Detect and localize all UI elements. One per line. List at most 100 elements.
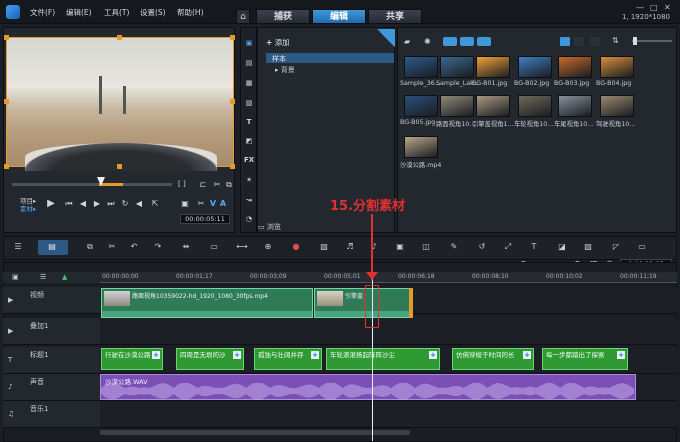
- title-clip[interactable]: 四周是无垠的沙 +: [176, 348, 244, 370]
- menu-edit[interactable]: 编辑(E): [66, 7, 92, 18]
- loop-icon[interactable]: ↺: [476, 241, 488, 253]
- transition-icon[interactable]: ▦: [244, 78, 254, 88]
- tree-item-sample[interactable]: 样本: [272, 54, 286, 64]
- title-add-icon[interactable]: +: [311, 351, 319, 359]
- overlay-icon[interactable]: ◩: [244, 136, 254, 146]
- title-clip[interactable]: 车轮滚滚扬起阵阵沙尘 +: [326, 348, 440, 370]
- screen-record-icon[interactable]: ▭: [636, 241, 648, 253]
- fullscreen-icon[interactable]: ⇱: [150, 199, 160, 209]
- track-header[interactable]: [3, 401, 100, 428]
- title-icon[interactable]: T: [244, 117, 254, 127]
- track-list-icon[interactable]: ☰: [40, 273, 46, 281]
- maximize-icon[interactable]: □: [650, 3, 658, 12]
- filter-photo-icon[interactable]: [460, 37, 474, 46]
- menu-tools[interactable]: 工具(T): [104, 7, 129, 18]
- gear-icon[interactable]: ✺: [424, 37, 431, 46]
- video-preview[interactable]: [6, 37, 234, 171]
- crop-handle[interactable]: [4, 164, 9, 169]
- video-clip[interactable]: 引擎盖: [314, 288, 412, 318]
- media-icon[interactable]: ▣: [244, 38, 254, 48]
- speed-icon[interactable]: ◔: [244, 214, 254, 224]
- mixer-icon[interactable]: ♬: [344, 241, 356, 253]
- menu-settings[interactable]: 设置(S): [140, 7, 166, 18]
- media-thumbnail[interactable]: [404, 56, 438, 78]
- music-icon[interactable]: ♪: [368, 241, 380, 253]
- menu-file[interactable]: 文件(F): [30, 7, 55, 18]
- sub-editor-icon[interactable]: ◫: [420, 241, 432, 253]
- browse-button[interactable]: ▭ 浏览: [258, 222, 281, 232]
- storyboard-view-icon[interactable]: ☰: [12, 241, 24, 253]
- media-thumbnail[interactable]: [558, 95, 592, 117]
- sort-icon[interactable]: ⇅: [612, 36, 619, 45]
- mask-icon[interactable]: ◪: [556, 241, 568, 253]
- crop-handle[interactable]: [230, 164, 235, 169]
- trim-range[interactable]: [99, 183, 123, 186]
- path-icon[interactable]: ↝: [244, 195, 254, 205]
- redo-icon[interactable]: ↷: [152, 241, 164, 253]
- record-icon[interactable]: ●: [290, 241, 302, 253]
- title-add-icon[interactable]: +: [429, 351, 437, 359]
- project-mode-label[interactable]: 项目▸: [20, 197, 36, 205]
- media-thumbnail[interactable]: [558, 56, 592, 78]
- pan-zoom-icon[interactable]: ▧: [582, 241, 594, 253]
- title-add-icon[interactable]: +: [233, 351, 241, 359]
- list-view-icon[interactable]: [560, 37, 570, 46]
- tab-edit[interactable]: 编辑: [312, 9, 366, 24]
- motion-icon[interactable]: ✶: [244, 175, 254, 185]
- crop-handle[interactable]: [230, 99, 235, 104]
- media-thumbnail[interactable]: [600, 56, 634, 78]
- split-audio-icon[interactable]: ⟷: [236, 241, 248, 253]
- media-thumbnail[interactable]: [476, 95, 510, 117]
- tab-share[interactable]: 共享: [368, 9, 422, 24]
- home-start-icon[interactable]: ⏮: [64, 199, 74, 209]
- media-thumbnail[interactable]: [440, 95, 474, 117]
- player-timecode[interactable]: 00:00:05:11: [180, 214, 230, 224]
- crop-handle[interactable]: [117, 164, 122, 169]
- graphic-icon[interactable]: ▧: [244, 98, 254, 108]
- crop-handle[interactable]: [117, 35, 122, 40]
- vtext-icon[interactable]: V: [208, 199, 218, 209]
- title-clip[interactable]: 每一步都踏出了探索 +: [542, 348, 628, 370]
- track-header[interactable]: [3, 287, 100, 314]
- repeat-icon[interactable]: ↻: [120, 199, 130, 209]
- track-lane[interactable]: [100, 318, 677, 345]
- zoom-brackets[interactable]: [ ]: [178, 180, 186, 188]
- add-track-icon[interactable]: ▣: [12, 273, 19, 281]
- chapter-icon[interactable]: ▣: [394, 241, 406, 253]
- tree-item-background[interactable]: ▸ 背景: [275, 65, 295, 75]
- hd-icon[interactable]: ▣: [180, 199, 190, 209]
- title-clip[interactable]: 行驶在沙漠公路 +: [101, 348, 163, 370]
- atext-icon[interactable]: A: [218, 199, 228, 209]
- prev-frame-icon[interactable]: ◀: [78, 199, 88, 209]
- end-icon[interactable]: ⏭: [106, 199, 116, 209]
- media-thumbnail[interactable]: [476, 56, 510, 78]
- 3d-title-icon[interactable]: T: [528, 241, 540, 253]
- title-add-icon[interactable]: +: [523, 351, 531, 359]
- menu-help[interactable]: 帮助(H): [177, 7, 204, 18]
- track-lane[interactable]: [100, 401, 677, 428]
- subtitle-icon[interactable]: ▭: [208, 241, 220, 253]
- add-folder-button[interactable]: + 添加: [266, 37, 290, 48]
- crop-handle[interactable]: [4, 35, 9, 40]
- split-icon[interactable]: ✂: [196, 199, 206, 209]
- track-header[interactable]: [3, 347, 100, 374]
- expand-icon[interactable]: ⤢: [502, 241, 514, 253]
- media-thumbnail[interactable]: [600, 95, 634, 117]
- filter-audio-icon[interactable]: [477, 37, 491, 46]
- track-header[interactable]: [3, 374, 100, 401]
- edit-icon[interactable]: ◸: [610, 241, 622, 253]
- media-thumbnail[interactable]: [518, 95, 552, 117]
- next-frame-icon[interactable]: ▶: [92, 199, 102, 209]
- track-manager-icon[interactable]: ⧉: [84, 241, 96, 253]
- thumb-size-handle[interactable]: [633, 37, 637, 45]
- media-thumbnail[interactable]: [404, 95, 438, 117]
- folder-icon[interactable]: ▰: [404, 37, 410, 46]
- home-icon[interactable]: ⌂: [236, 9, 250, 24]
- close-icon[interactable]: ✕: [664, 3, 671, 12]
- fx-icon[interactable]: FX: [244, 155, 254, 165]
- title-add-icon[interactable]: +: [152, 351, 160, 359]
- instant-project-icon[interactable]: ▤: [244, 58, 254, 68]
- clip-mode-label[interactable]: 素材▸: [20, 205, 36, 213]
- snapshot-icon[interactable]: ✂: [212, 180, 222, 190]
- copy-icon[interactable]: ⧉: [224, 180, 234, 190]
